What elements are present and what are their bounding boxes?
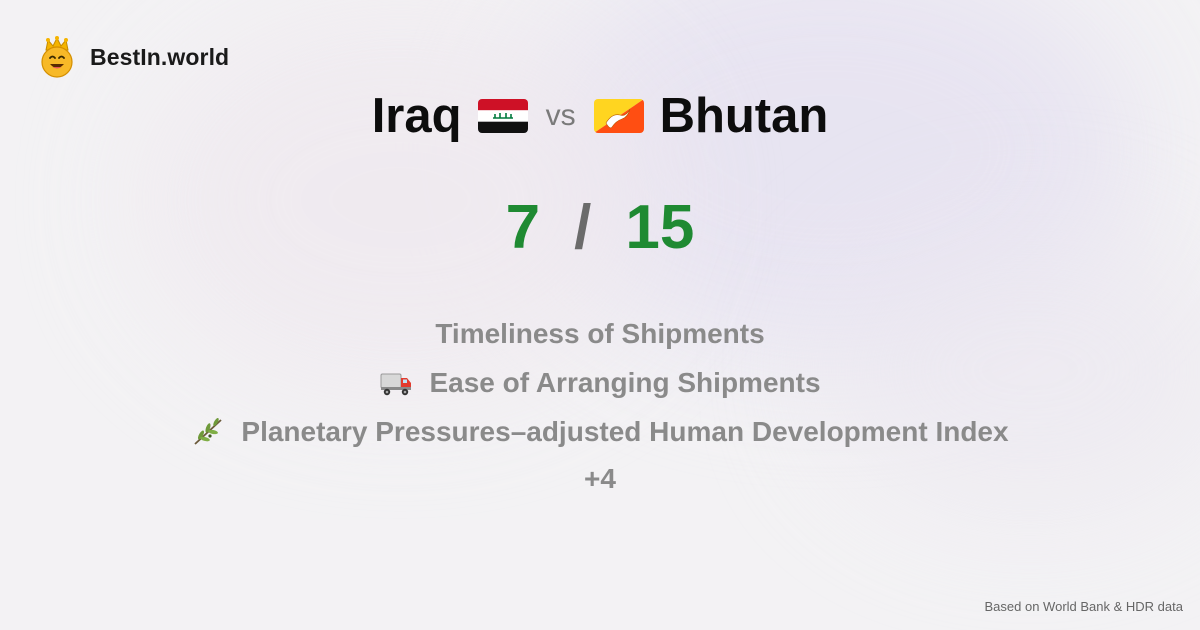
right-country-name[interactable]: Bhutan bbox=[660, 88, 829, 144]
more-metrics-count[interactable]: +4 bbox=[584, 463, 616, 495]
data-source-note: Based on World Bank & HDR data bbox=[984, 599, 1183, 614]
iraq-flag-icon bbox=[477, 99, 528, 133]
truck-icon bbox=[380, 373, 412, 395]
metric-label: Planetary Pressures–adjusted Human Devel… bbox=[241, 415, 1009, 447]
metric-item[interactable]: Ease of Arranging Shipments bbox=[379, 365, 821, 400]
metrics-list: Timeliness of Shipments Ease of Arrangin… bbox=[0, 316, 1200, 495]
country-matchup: Iraq vs Bhutan bbox=[0, 88, 1200, 144]
metric-label: Timeliness of Shipments bbox=[435, 317, 765, 349]
crown-smiley-icon bbox=[41, 36, 73, 78]
metric-item[interactable]: Timeliness of Shipments bbox=[435, 316, 764, 351]
brand-logo[interactable]: BestIn.world bbox=[38, 36, 229, 78]
metric-item[interactable]: Planetary Pressures–adjusted Human Devel… bbox=[191, 414, 1009, 449]
vs-label: vs bbox=[545, 99, 576, 132]
brand-name: BestIn.world bbox=[90, 43, 230, 70]
left-score: 7 bbox=[505, 193, 541, 262]
score-display: 7 / 15 bbox=[0, 192, 1200, 263]
metric-label: Ease of Arranging Shipments bbox=[429, 366, 821, 398]
left-country-name[interactable]: Iraq bbox=[372, 88, 462, 144]
olive-branch-icon bbox=[194, 417, 223, 445]
score-separator: / bbox=[574, 193, 592, 262]
bhutan-flag-icon bbox=[593, 99, 644, 133]
right-score: 15 bbox=[625, 193, 695, 262]
